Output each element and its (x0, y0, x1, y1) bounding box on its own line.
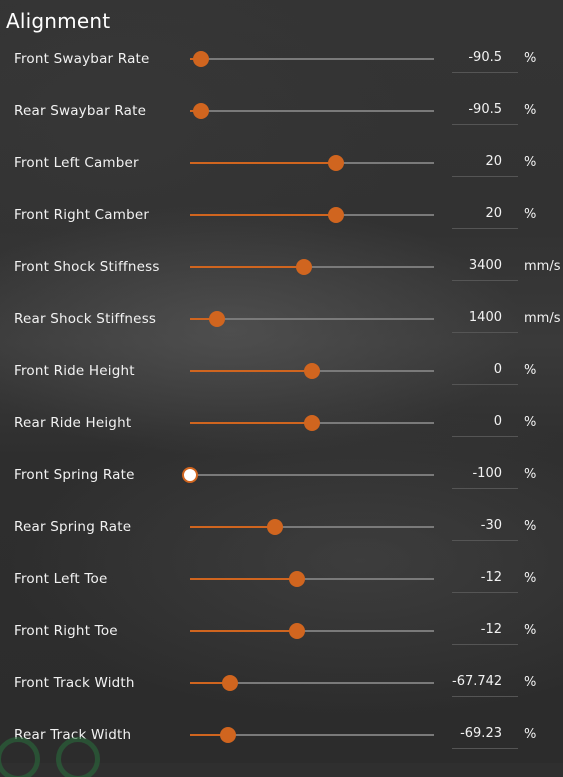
slider-thumb[interactable] (193, 103, 209, 119)
slider-label: Front Right Camber (14, 207, 150, 223)
slider-track[interactable] (190, 51, 434, 67)
slider-thumb[interactable] (289, 571, 305, 587)
value-field[interactable]: 20 (452, 199, 518, 229)
slider-row: Front Right Toe -12% (0, 605, 563, 657)
slider-track[interactable] (190, 259, 434, 275)
slider-row: Front Right Camber 20% (0, 189, 563, 241)
slider-thumb[interactable] (328, 155, 344, 171)
unit-label: % (524, 103, 537, 118)
slider-thumb[interactable] (193, 51, 209, 67)
unit-label: % (524, 363, 537, 378)
slider-label: Front Ride Height (14, 363, 135, 379)
value-field[interactable]: 3400 (452, 251, 518, 281)
slider-label: Rear Spring Rate (14, 519, 132, 535)
slider-label: Rear Swaybar Rate (14, 103, 147, 119)
slider-thumb[interactable] (289, 623, 305, 639)
slider-row: Front Ride Height 0% (0, 345, 563, 397)
value-field[interactable]: -30 (452, 511, 518, 541)
slider-row: Front Left Camber 20% (0, 137, 563, 189)
slider-track[interactable] (182, 467, 434, 483)
value-field[interactable]: -69.23 (452, 719, 518, 749)
unit-label: % (524, 415, 537, 430)
decorative-rings (0, 737, 120, 777)
slider-track[interactable] (190, 155, 434, 171)
panel-title: Alignment (6, 9, 111, 33)
unit-label: % (524, 623, 537, 638)
slider-row: Rear Shock Stiffness 1400 mm/s (0, 293, 563, 345)
slider-thumb[interactable] (182, 467, 198, 483)
slider-fill (190, 422, 312, 424)
slider-thumb[interactable] (304, 415, 320, 431)
value-field[interactable]: 0 (452, 355, 518, 385)
slider-fill (190, 266, 304, 268)
slider-label: Rear Ride Height (14, 415, 132, 431)
alignment-panel: Alignment Front Swaybar Rate -90.5% Rear S… (0, 0, 563, 763)
slider-track[interactable] (190, 623, 434, 639)
slider-thumb[interactable] (220, 727, 236, 743)
slider-label: Rear Shock Stiffness (14, 311, 157, 327)
slider-thumb[interactable] (296, 259, 312, 275)
slider-track[interactable] (190, 311, 434, 327)
unit-label: mm/s (524, 311, 561, 326)
value-field[interactable]: -12 (452, 615, 518, 645)
slider-track[interactable] (190, 727, 434, 743)
unit-label: mm/s (524, 259, 561, 274)
slider-label: Front Track Width (14, 675, 135, 691)
slider-row: Front Left Toe -12% (0, 553, 563, 605)
slider-thumb[interactable] (328, 207, 344, 223)
slider-row: Rear Swaybar Rate -90.5% (0, 85, 563, 137)
slider-thumb[interactable] (209, 311, 225, 327)
value-field[interactable]: -90.5 (452, 43, 518, 73)
slider-track[interactable] (190, 675, 434, 691)
unit-label: % (524, 675, 537, 690)
slider-row: Front Swaybar Rate -90.5% (0, 33, 563, 85)
slider-fill (190, 162, 336, 164)
slider-fill (190, 214, 336, 216)
unit-label: % (524, 727, 537, 742)
slider-label: Front Left Camber (14, 155, 139, 171)
ring-icon (0, 737, 40, 777)
slider-label: Front Right Toe (14, 623, 118, 639)
slider-label: Front Spring Rate (14, 467, 135, 483)
unit-label: % (524, 467, 537, 482)
slider-track[interactable] (190, 363, 434, 379)
slider-thumb[interactable] (304, 363, 320, 379)
slider-label: Front Shock Stiffness (14, 259, 160, 275)
slider-thumb[interactable] (222, 675, 238, 691)
slider-label: Front Swaybar Rate (14, 51, 150, 67)
unit-label: % (524, 207, 537, 222)
ring-icon (56, 737, 100, 777)
slider-row: Front Shock Stiffness 3400 mm/s (0, 241, 563, 293)
unit-label: % (524, 155, 537, 170)
slider-row: Rear Ride Height 0% (0, 397, 563, 449)
value-field[interactable]: -90.5 (452, 95, 518, 125)
slider-fill (190, 630, 297, 632)
unit-label: % (524, 519, 537, 534)
slider-track[interactable] (190, 415, 434, 431)
slider-row: Front Spring Rate -100% (0, 449, 563, 501)
slider-track[interactable] (190, 571, 434, 587)
slider-row: Rear Spring Rate -30% (0, 501, 563, 553)
value-field[interactable]: 1400 (452, 303, 518, 333)
slider-thumb[interactable] (267, 519, 283, 535)
slider-track[interactable] (190, 207, 434, 223)
slider-fill (190, 526, 275, 528)
value-field[interactable]: -12 (452, 563, 518, 593)
value-field[interactable]: -100 (452, 459, 518, 489)
slider-fill (190, 370, 312, 372)
value-field[interactable]: -67.742 (452, 667, 518, 697)
slider-row: Front Track Width -67.742% (0, 657, 563, 709)
unit-label: % (524, 571, 537, 586)
slider-track[interactable] (190, 103, 434, 119)
slider-track[interactable] (190, 519, 434, 535)
slider-label: Front Left Toe (14, 571, 108, 587)
value-field[interactable]: 20 (452, 147, 518, 177)
slider-fill (190, 578, 297, 580)
unit-label: % (524, 51, 537, 66)
value-field[interactable]: 0 (452, 407, 518, 437)
